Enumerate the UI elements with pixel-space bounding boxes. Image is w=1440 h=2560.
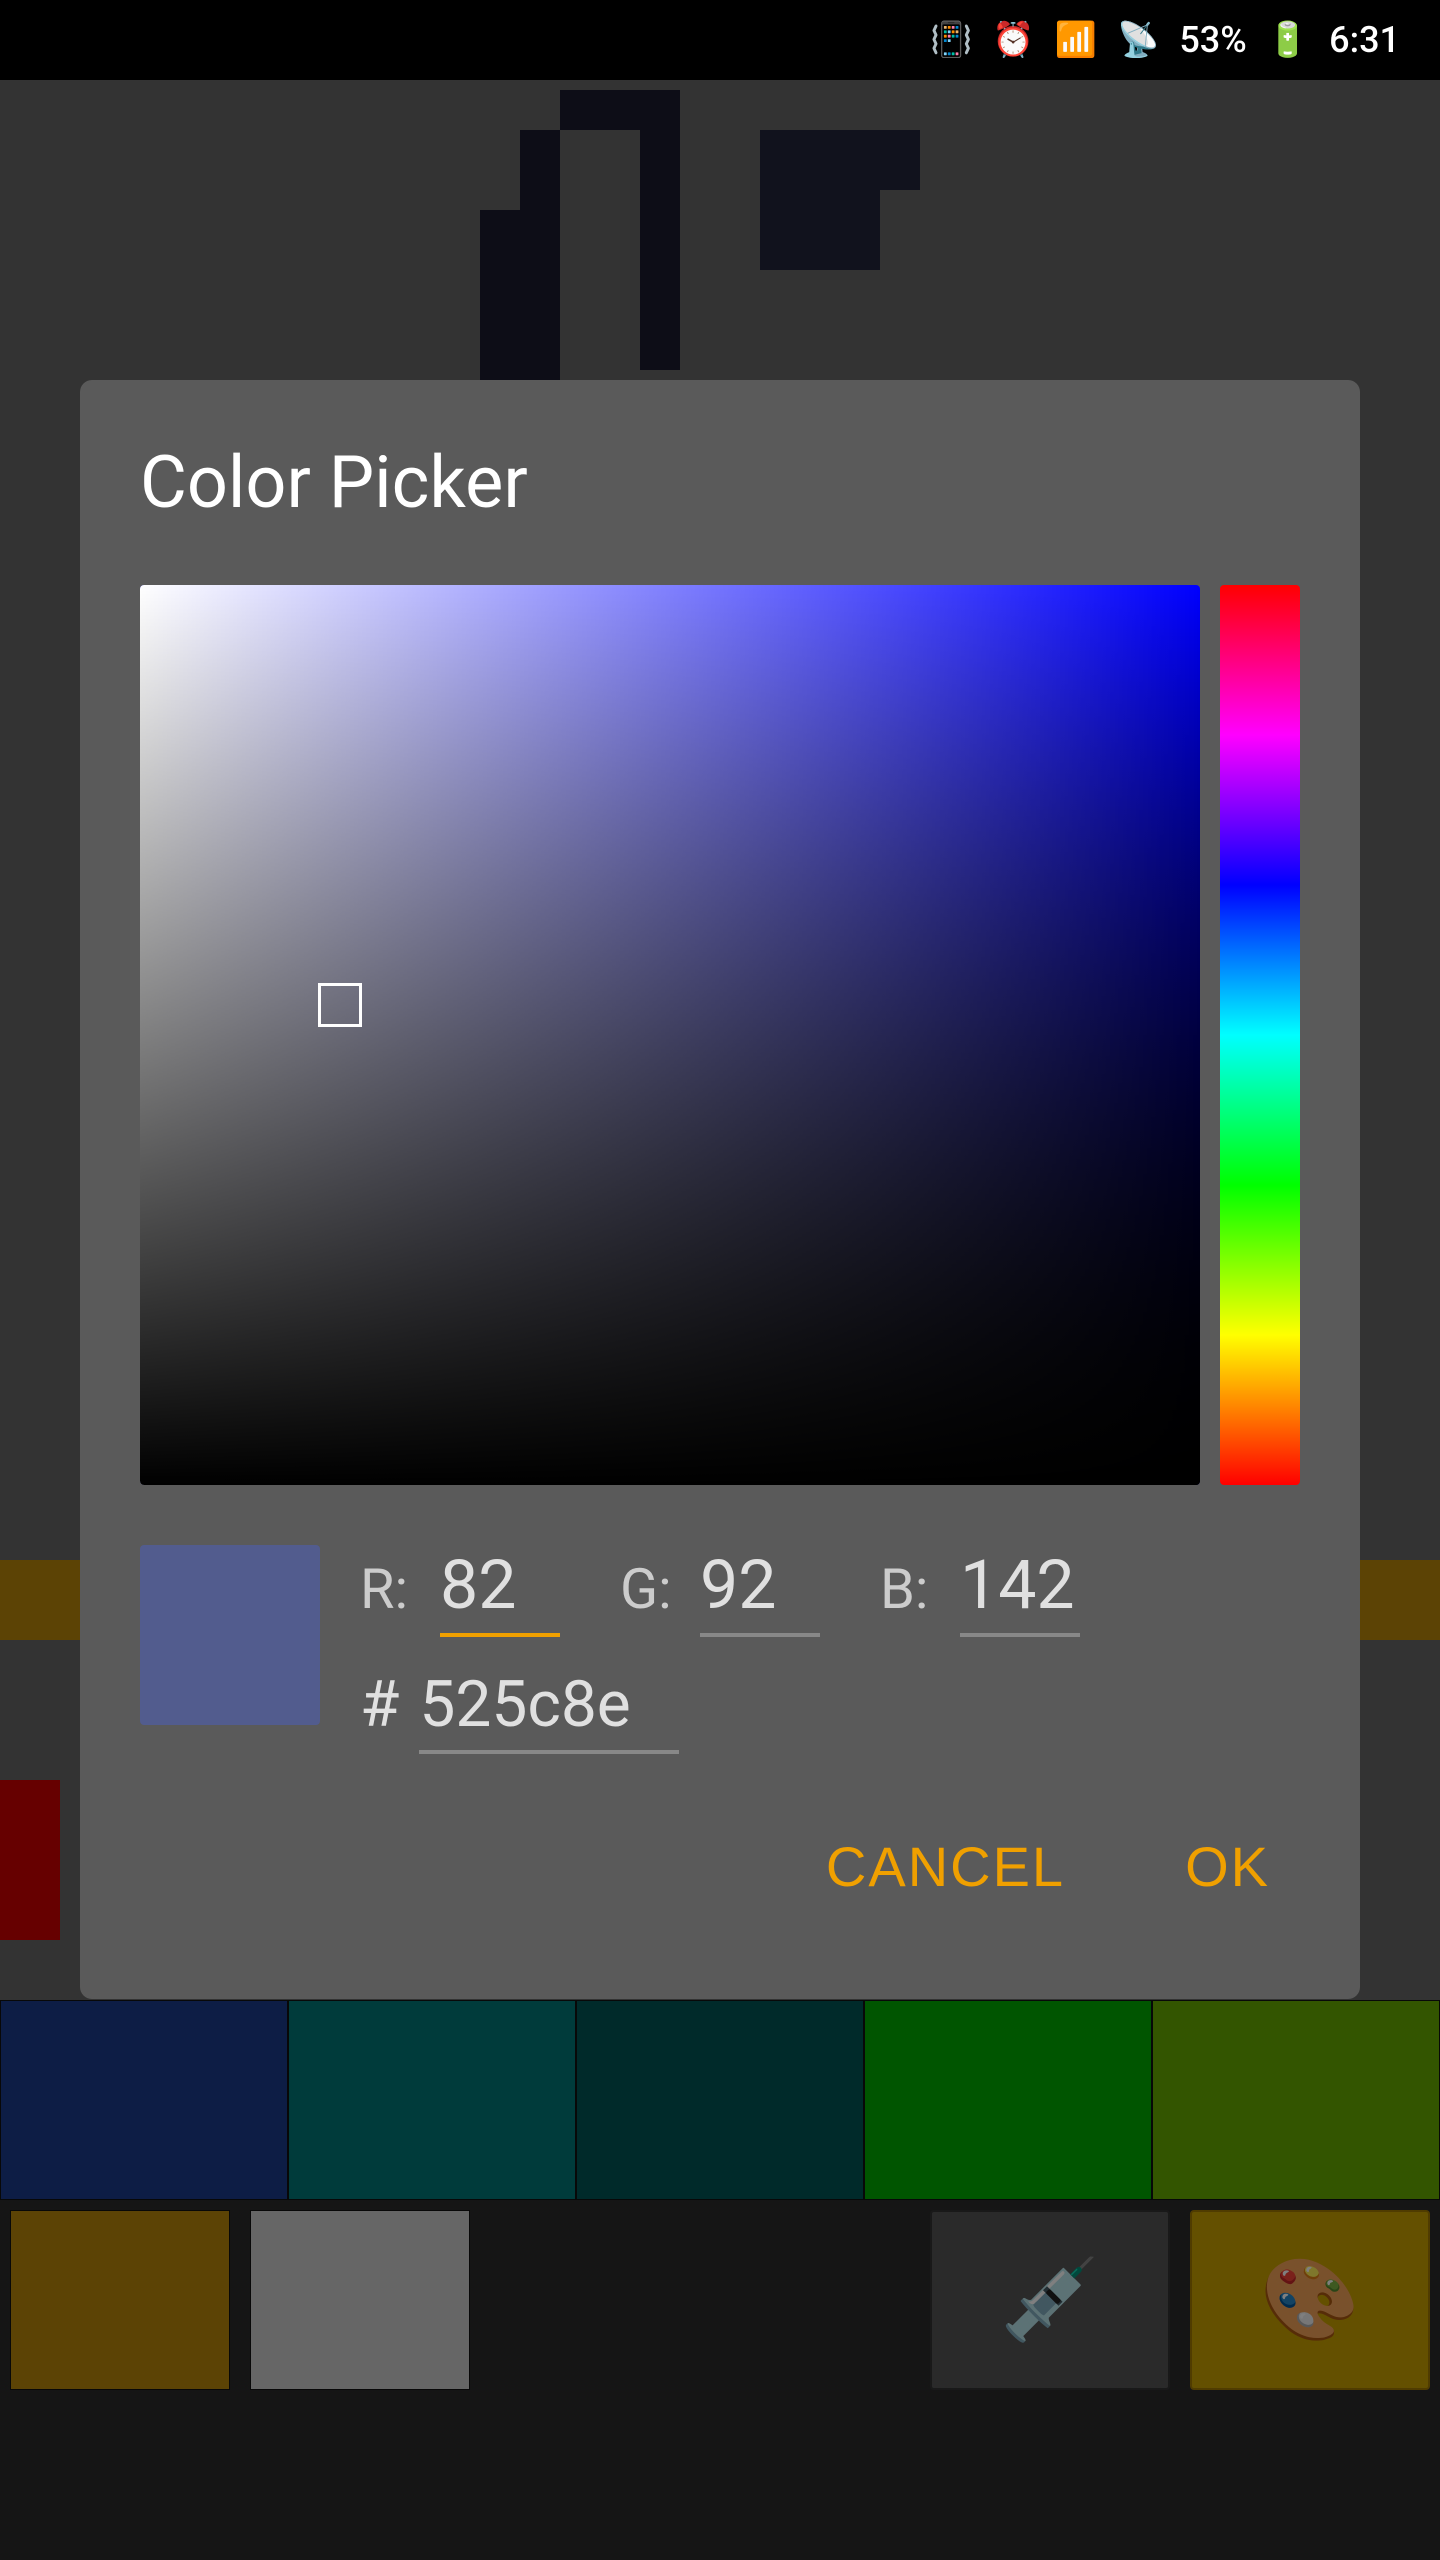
b-label: B: xyxy=(880,1556,940,1622)
ok-button[interactable]: OK xyxy=(1155,1814,1300,1919)
g-label: G: xyxy=(620,1556,680,1622)
cancel-button[interactable]: CANCEL xyxy=(796,1814,1095,1919)
hex-label: # xyxy=(360,1667,399,1742)
hex-row: # 525c8e xyxy=(360,1667,1300,1754)
color-values-row: R: 82 G: 92 B: 142 # 525c8e xyxy=(140,1545,1300,1754)
gradient-cursor[interactable] xyxy=(318,983,362,1027)
dialog-title: Color Picker xyxy=(140,440,1300,525)
clock: 6:31 xyxy=(1329,19,1400,61)
color-picker-dialog: Color Picker R: 82 G: 92 B: 142 # xyxy=(80,380,1360,1999)
vibrate-icon: 📳 xyxy=(930,20,972,60)
r-label: R: xyxy=(360,1556,420,1622)
battery-icon: 🔋 xyxy=(1267,20,1309,60)
color-gradient-square[interactable] xyxy=(140,585,1200,1485)
rgb-values: R: 82 G: 92 B: 142 # 525c8e xyxy=(360,1545,1300,1754)
color-preview-swatch xyxy=(140,1545,320,1725)
g-value[interactable]: 92 xyxy=(700,1545,820,1637)
alarm-icon: ⏰ xyxy=(992,20,1034,60)
color-picker-area[interactable] xyxy=(140,585,1300,1485)
hex-value[interactable]: 525c8e xyxy=(419,1667,679,1754)
dialog-buttons: CANCEL OK xyxy=(140,1814,1300,1919)
hue-slider[interactable] xyxy=(1220,585,1300,1485)
wifi-icon: 📶 xyxy=(1055,20,1097,60)
battery-percent: 53% xyxy=(1179,19,1246,61)
status-bar: 📳 ⏰ 📶 📡 53% 🔋 6:31 xyxy=(0,0,1440,80)
b-value[interactable]: 142 xyxy=(960,1545,1080,1637)
r-value[interactable]: 82 xyxy=(440,1545,560,1637)
signal-icon: 📡 xyxy=(1117,20,1159,60)
rgb-row: R: 82 G: 92 B: 142 xyxy=(360,1545,1300,1637)
